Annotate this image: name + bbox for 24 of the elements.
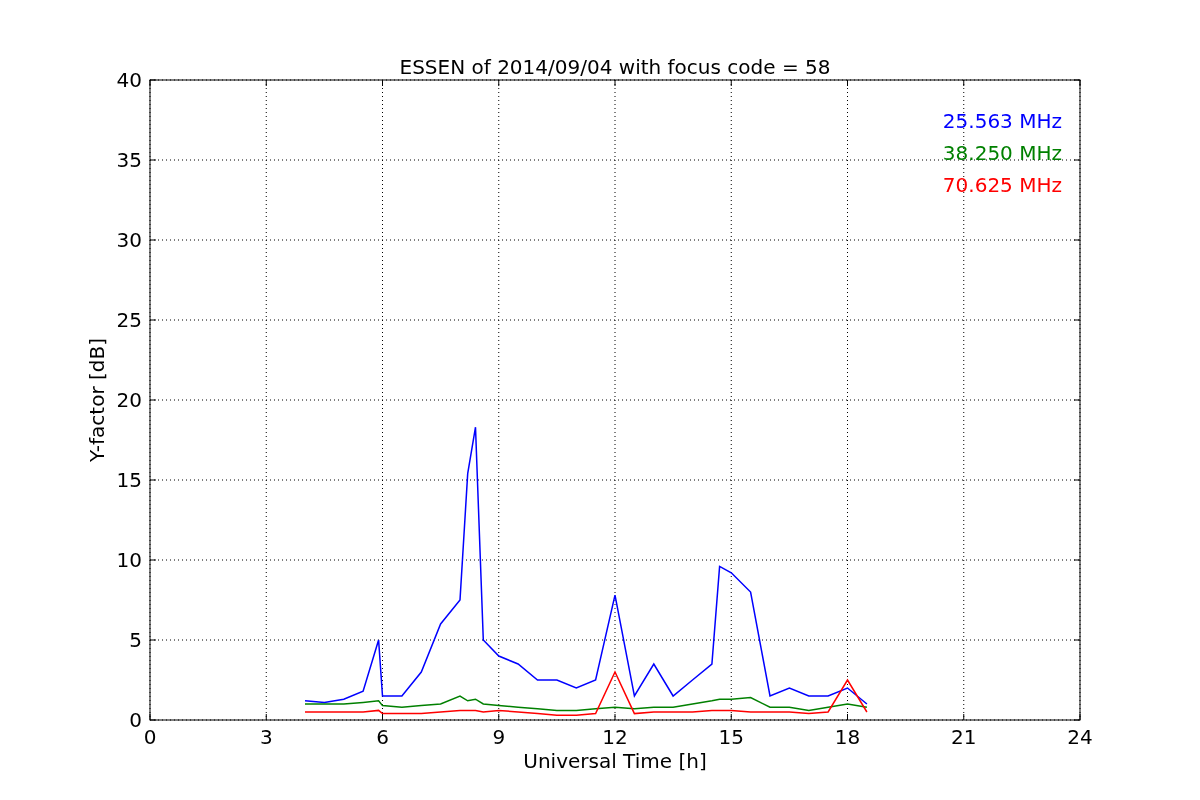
y-axis-label: Y-factor [dB] [85,338,109,462]
y-tick-label: 20 [116,388,142,412]
legend-label: 38.250 MHz [942,141,1062,165]
y-tick-label: 40 [116,68,142,92]
y-tick-label: 15 [116,468,142,492]
y-tick-label: 25 [116,308,142,332]
x-tick-label: 21 [951,725,977,749]
y-tick-label: 10 [116,548,142,572]
y-tick-label: 0 [129,708,142,732]
y-tick-label: 35 [116,148,142,172]
chart-title: ESSEN of 2014/09/04 with focus code = 58 [399,55,831,79]
x-axis-label: Universal Time [h] [523,749,707,773]
x-tick-label: 6 [376,725,389,749]
x-tick-label: 3 [259,725,273,749]
x-tick-label: 18 [834,725,861,749]
x-tick-label: 15 [718,725,744,749]
x-tick-label: 12 [602,725,628,749]
x-tick-label: 24 [1067,725,1093,749]
legend-label: 25.563 MHz [942,109,1062,133]
y-tick-label: 5 [129,628,142,652]
x-tick-label: 0 [143,725,157,749]
x-tick-label: 9 [492,725,506,749]
legend-label: 70.625 MHz [942,173,1062,197]
y-tick-label: 30 [116,228,142,252]
